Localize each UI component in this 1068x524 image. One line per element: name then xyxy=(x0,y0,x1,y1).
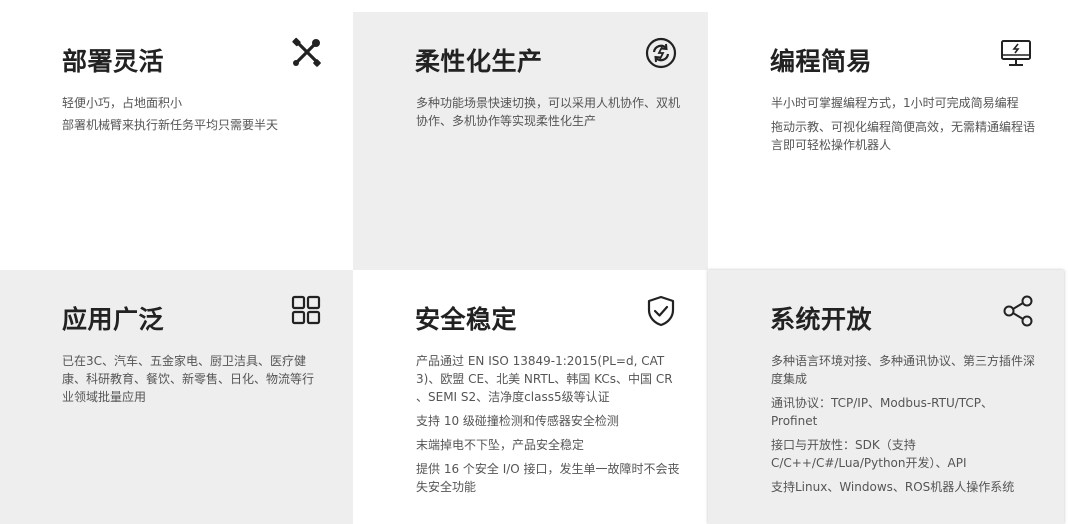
card-description: 多种语言环境对接、多种通讯协议、第三方插件深度集成 通讯协议：TCP/IP、Mo… xyxy=(771,352,1036,502)
card-line: 支持Linux、Windows、ROS机器人操作系统 xyxy=(771,480,1015,494)
card-description: 已在3C、汽车、五金家电、厨卫洁具、医疗健康、科研教育、餐饮、新零售、日化、物流… xyxy=(62,352,322,412)
card-line: 拖动示教、可视化编程简便高效，无需精通编程语言即可轻松操作机器人 xyxy=(771,120,1036,152)
card-title: 部署灵活 xyxy=(62,47,165,76)
feature-card-open-system: 系统开放 多种语言环境对接、多种通讯协议、第三方插件深度集成 通讯协议：TCP/… xyxy=(708,270,1064,524)
switch-icon xyxy=(644,36,678,70)
card-title: 应用广泛 xyxy=(62,305,165,334)
card-description: 轻便小巧，占地面积小 部署机械臂来执行新任务平均只需要半天 xyxy=(62,94,322,138)
card-description: 半小时可掌握编程方式，1小时可完成简易编程 拖动示教、可视化编程简便高效，无需精… xyxy=(771,94,1036,160)
feature-card-flexible-deployment: 部署灵活 轻便小巧，占地面积小 部署机械臂来执行新任务平均只需要半天 xyxy=(0,12,353,270)
card-description: 产品通过 EN ISO 13849-1:2015(PL=d, CAT 3)、欧盟… xyxy=(416,352,681,502)
card-line: 轻便小巧，占地面积小 xyxy=(62,96,183,110)
card-line: 提供 16 个安全 I/O 接口，发生单一故障时不会丧失安全功能 xyxy=(416,462,680,494)
feature-grid: 部署灵活 轻便小巧，占地面积小 部署机械臂来执行新任务平均只需要半天 柔性化生产 xyxy=(0,0,1068,524)
card-title: 系统开放 xyxy=(770,305,873,334)
card-line: 通讯协议：TCP/IP、Modbus-RTU/TCP、Profinet xyxy=(771,396,994,428)
card-title: 编程简易 xyxy=(770,47,873,76)
card-line: 末端掉电不下坠，产品安全稳定 xyxy=(416,438,585,452)
monitor-icon xyxy=(999,36,1033,70)
feature-card-flexible-production: 柔性化生产 多种功能场景快速切换，可以采用人机协作、双机协作、多机协作等实现柔性… xyxy=(353,12,708,270)
card-line: 多种语言环境对接、多种通讯协议、第三方插件深度集成 xyxy=(771,354,1036,386)
card-title: 柔性化生产 xyxy=(415,47,543,76)
card-line: 部署机械臂来执行新任务平均只需要半天 xyxy=(62,118,279,132)
card-line: 支持 10 级碰撞检测和传感器安全检测 xyxy=(416,414,619,428)
card-line: 产品通过 EN ISO 13849-1:2015(PL=d, CAT 3)、欧盟… xyxy=(416,354,673,404)
shield-check-icon xyxy=(644,294,678,328)
feature-card-easy-programming: 编程简易 半小时可掌握编程方式，1小时可完成简易编程 拖动示教、可视化编程简便高… xyxy=(708,12,1068,270)
card-description: 多种功能场景快速切换，可以采用人机协作、双机协作、多机协作等实现柔性化生产 xyxy=(416,94,681,136)
share-icon xyxy=(1001,294,1035,328)
grid-icon xyxy=(289,294,323,328)
card-title: 安全稳定 xyxy=(415,305,518,334)
feature-card-safety-stability: 安全稳定 产品通过 EN ISO 13849-1:2015(PL=d, CAT … xyxy=(353,270,708,524)
feature-card-wide-application: 应用广泛 已在3C、汽车、五金家电、厨卫洁具、医疗健康、科研教育、餐饮、新零售、… xyxy=(0,270,353,524)
card-line: 多种功能场景快速切换，可以采用人机协作、双机协作、多机协作等实现柔性化生产 xyxy=(416,96,681,128)
tools-icon xyxy=(289,36,323,70)
card-line: 半小时可掌握编程方式，1小时可完成简易编程 xyxy=(771,96,1019,110)
card-line: 已在3C、汽车、五金家电、厨卫洁具、医疗健康、科研教育、餐饮、新零售、日化、物流… xyxy=(62,354,315,404)
card-line: 接口与开放性：SDK（支持C/C++/C#/Lua/Python开发）、API xyxy=(771,438,967,470)
